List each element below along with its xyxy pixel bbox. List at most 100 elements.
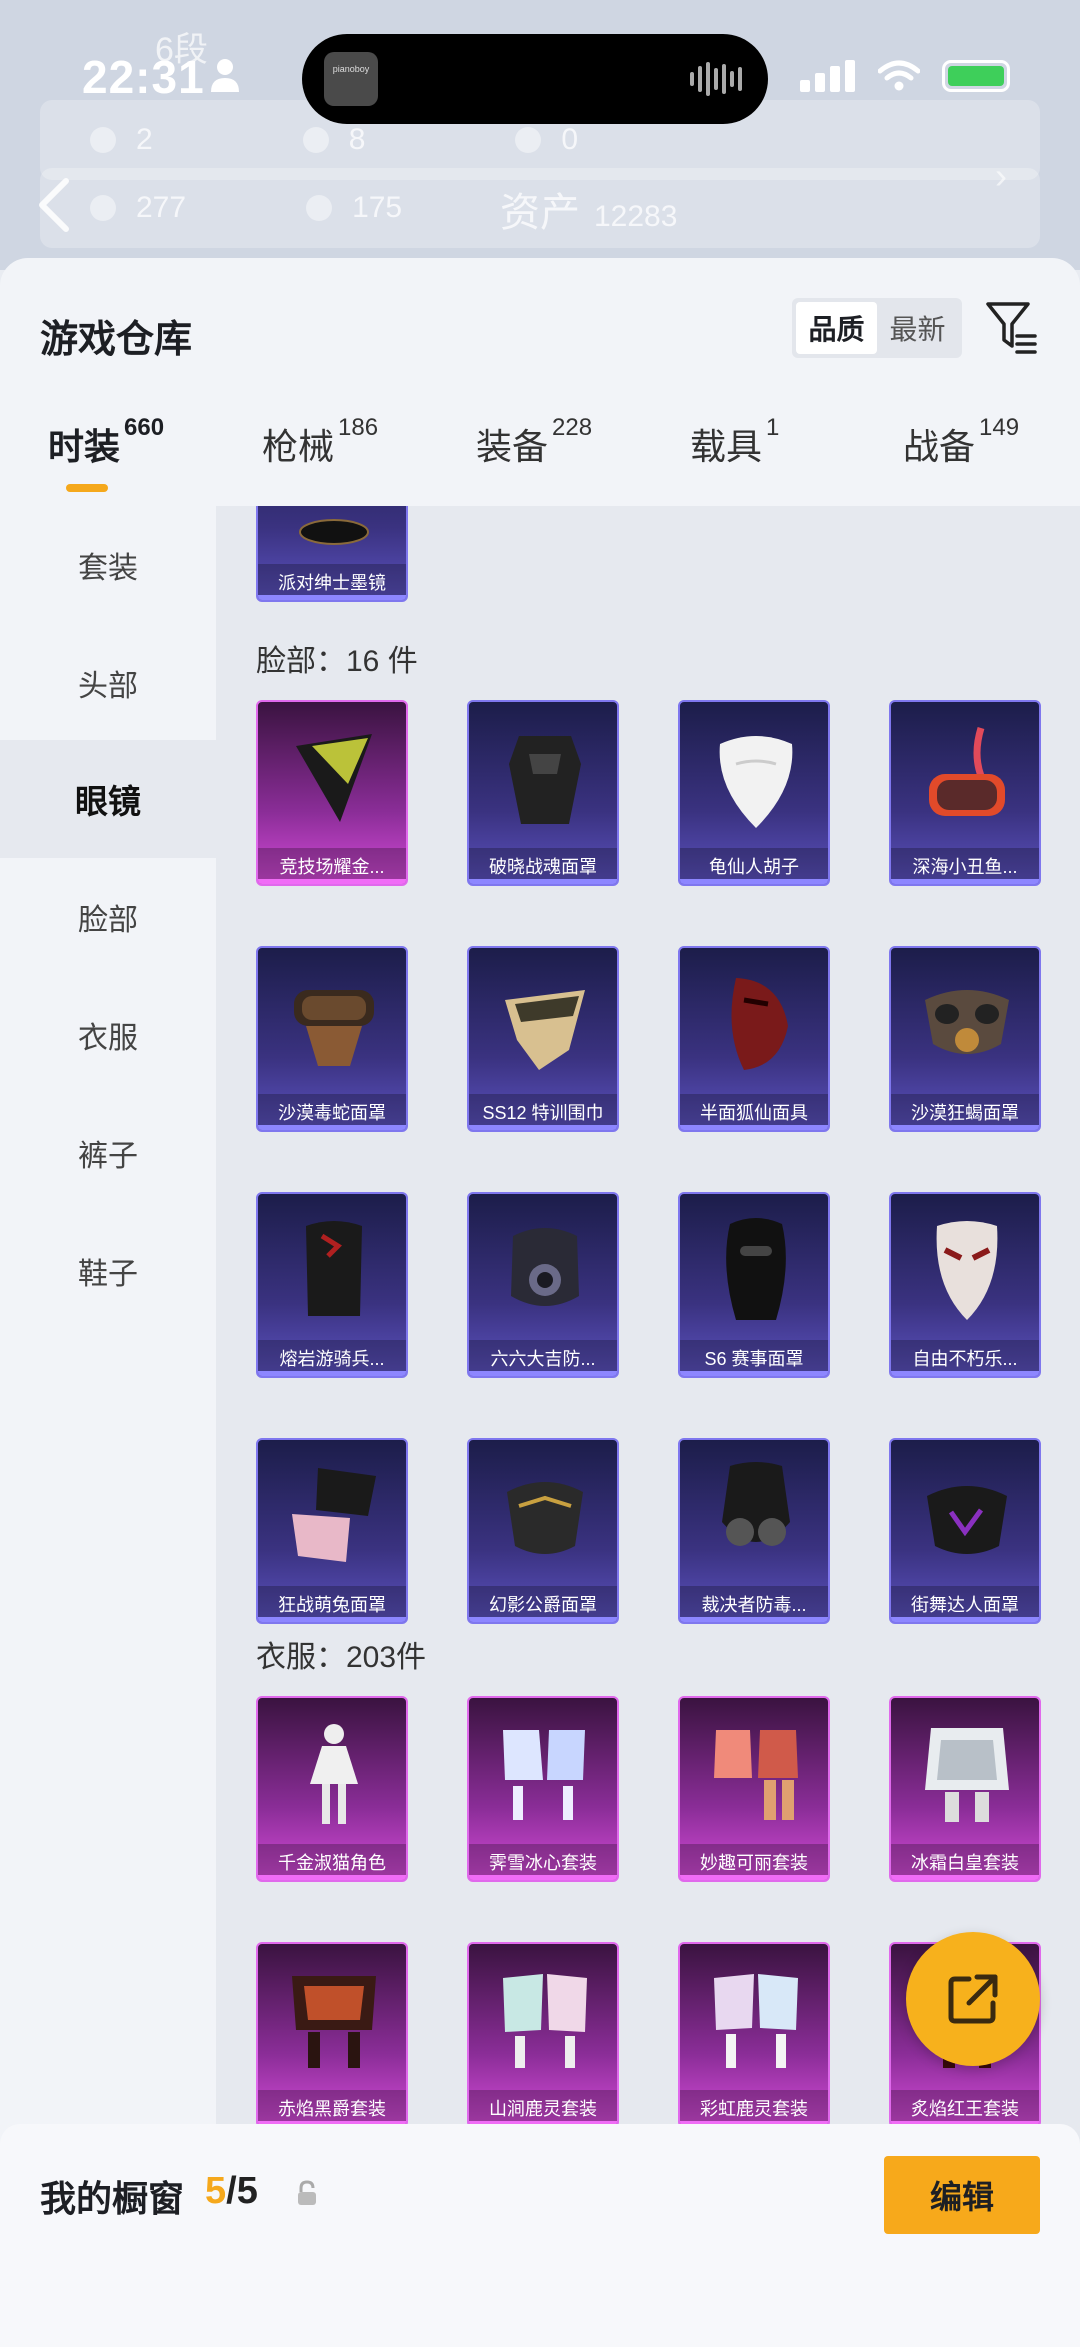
item-card[interactable]: 裁决者防毒... [678, 1438, 830, 1624]
lock-icon [298, 2180, 316, 2205]
mask-icon [509, 736, 581, 824]
showcase-bar: 我的橱窗 5/5 编辑 [0, 2124, 1080, 2347]
share-fab-button[interactable] [906, 1932, 1040, 2066]
item-card[interactable]: 千金淑猫角色 [256, 1696, 408, 1882]
side-item-pants[interactable]: 裤子 [0, 1094, 216, 1212]
stat-item: 0 [515, 123, 578, 157]
item-card[interactable]: 半面狐仙面具 [678, 946, 830, 1132]
item-card[interactable]: 深海小丑鱼... [889, 700, 1041, 886]
face-mask-icon [292, 1468, 376, 1562]
stat-icon [515, 127, 542, 153]
mask-icon [296, 734, 372, 822]
showcase-count: 5/5 [205, 2170, 258, 2212]
edit-showcase-button[interactable]: 编辑 [884, 2156, 1040, 2234]
battery-icon [942, 60, 1010, 92]
stat-icon [306, 195, 333, 221]
balaclava-icon [726, 1218, 786, 1320]
item-card[interactable]: 狂战萌兔面罩 [256, 1438, 408, 1624]
active-tab-indicator [66, 484, 108, 492]
sheet-title: 游戏仓库 [40, 319, 193, 361]
dynamic-island[interactable]: pianoboy [302, 34, 768, 124]
goggle-mask-icon [294, 990, 374, 1066]
stat-item: 8 [302, 123, 365, 157]
warehouse-sheet: 游戏仓库 品质 最新 时装 660 枪械 186 装备 228 载具 1 战备 149 套… [0, 258, 1080, 2347]
wifi-icon [878, 60, 920, 91]
back-arrow-icon[interactable] [34, 175, 74, 235]
gas-mask-icon [722, 1462, 790, 1546]
stat-item: 277 [90, 191, 186, 225]
item-card[interactable]: 冰霜白皇套装 [889, 1696, 1041, 1882]
stat-item: 2 [90, 123, 153, 157]
side-item-clothes[interactable]: 衣服 [0, 976, 216, 1094]
bandana-mask-icon [306, 1221, 362, 1316]
sort-toggle: 品质 最新 [792, 298, 962, 358]
scarf-icon [505, 990, 585, 1070]
chevron-right-icon[interactable]: › [995, 155, 1007, 197]
fox-mask-icon [731, 978, 788, 1070]
stat-icon [90, 195, 116, 221]
item-card[interactable]: 山涧鹿灵套装 [467, 1942, 619, 2128]
outfit-icon [925, 1728, 1009, 1822]
item-card[interactable]: SS12 特训围巾 [467, 946, 619, 1132]
status-time: 22:31 [82, 51, 205, 103]
item-card[interactable]: 竞技场耀金... [256, 700, 408, 886]
item-card[interactable]: 派对绅士墨镜 [256, 506, 408, 602]
stat-icon [302, 127, 329, 153]
outfit-icon [714, 1974, 798, 2068]
item-card[interactable]: 幻影公爵面罩 [467, 1438, 619, 1624]
side-category-list: 套装 头部 眼镜 脸部 衣服 裤子 鞋子 [0, 506, 216, 2347]
external-link-icon [948, 1974, 998, 2024]
outfit-icon [310, 1724, 358, 1824]
snorkel-mask-icon [929, 726, 1005, 816]
item-card[interactable]: 彩虹鹿灵套装 [678, 1942, 830, 2128]
outfit-icon [292, 1976, 376, 2068]
outfit-icon [503, 1730, 585, 1820]
side-item-suits[interactable]: 套装 [0, 506, 216, 624]
item-card[interactable]: 熔岩游骑兵... [256, 1192, 408, 1378]
tab-guns[interactable]: 枪械 186 [262, 414, 378, 470]
tab-outfit[interactable]: 时装 660 [48, 414, 164, 470]
now-playing-artwork: pianoboy [324, 52, 378, 106]
face-mask-icon [507, 1482, 583, 1554]
category-tabs: 时装 660 枪械 186 装备 228 载具 1 战备 149 [0, 414, 1080, 508]
face-mask-icon [927, 1486, 1007, 1554]
side-item-head[interactable]: 头部 [0, 624, 216, 742]
outfit-icon [503, 1974, 587, 2068]
user-icon [211, 59, 239, 92]
side-item-shoes[interactable]: 鞋子 [0, 1212, 216, 1330]
sort-latest-button[interactable]: 最新 [877, 302, 958, 354]
face-section-label: 脸部：16 件 [256, 645, 418, 678]
side-item-face[interactable]: 脸部 [0, 858, 216, 976]
item-card[interactable]: 沙漠毒蛇面罩 [256, 946, 408, 1132]
sunglasses-icon [299, 519, 369, 545]
status-icons [800, 60, 1010, 92]
respirator-mask-icon [925, 990, 1009, 1054]
audio-waveform-icon [690, 62, 742, 96]
outfit-icon [714, 1730, 798, 1820]
item-card[interactable]: S6 赛事面罩 [678, 1192, 830, 1378]
item-card[interactable]: 六六大吉防... [467, 1192, 619, 1378]
sort-quality-button[interactable]: 品质 [796, 302, 877, 354]
item-card[interactable]: 沙漠狂蝎面罩 [889, 946, 1041, 1132]
filter-icon[interactable] [985, 300, 1037, 356]
showcase-label: 我的橱窗 [40, 2178, 185, 2219]
item-card[interactable]: 霁雪冰心套装 [467, 1696, 619, 1882]
stat-item: 175 [306, 191, 402, 225]
signal-icon [800, 60, 855, 92]
item-card[interactable]: 破晓战魂面罩 [467, 700, 619, 886]
tab-vehicles[interactable]: 载具 1 [690, 414, 779, 470]
gas-mask-icon [511, 1228, 579, 1306]
tab-equipment[interactable]: 装备 228 [476, 414, 592, 470]
theater-mask-icon [936, 1221, 998, 1320]
item-card[interactable]: 自由不朽乐... [889, 1192, 1041, 1378]
item-card[interactable]: 赤焰黑爵套装 [256, 1942, 408, 2128]
item-grid: 派对绅士墨镜 脸部：16 件 竞技场耀金... 破晓战魂面罩 龟仙人胡子 深海小… [216, 506, 1080, 2347]
beard-icon [719, 736, 793, 828]
item-card[interactable]: 妙趣可丽套装 [678, 1696, 830, 1882]
side-item-glasses[interactable]: 眼镜 [0, 740, 216, 858]
clothes-section-label: 衣服：203件 [256, 1641, 427, 1674]
item-card[interactable]: 街舞达人面罩 [889, 1438, 1041, 1624]
assets-summary: 资产 12283 [500, 191, 678, 235]
item-card[interactable]: 龟仙人胡子 [678, 700, 830, 886]
tab-supplies[interactable]: 战备 149 [903, 414, 1019, 470]
